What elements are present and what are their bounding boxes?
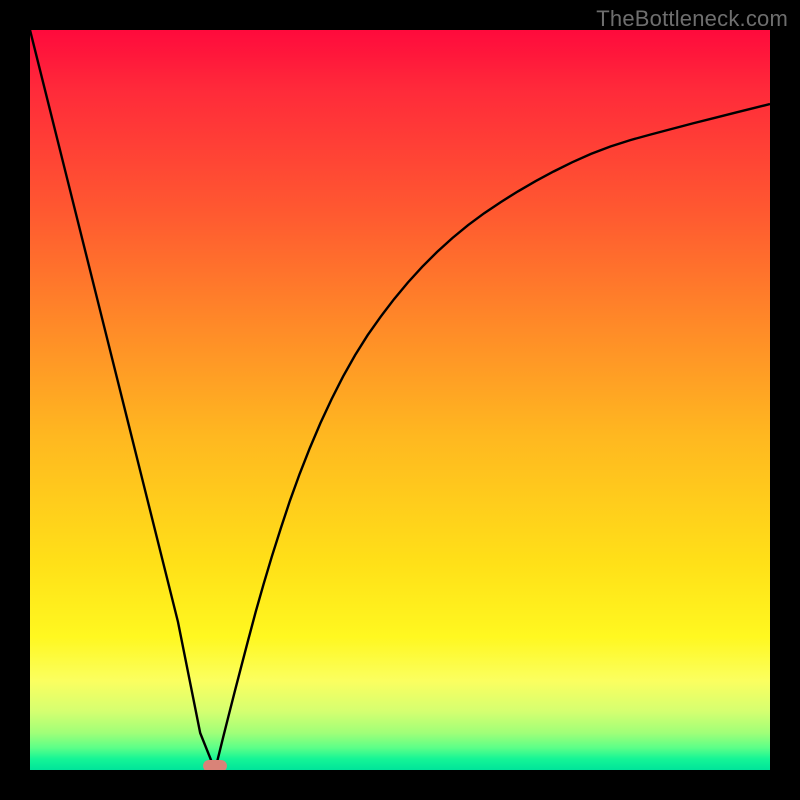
chart-frame: TheBottleneck.com: [0, 0, 800, 800]
plot-area: [30, 30, 770, 770]
bottleneck-curve: [30, 30, 770, 770]
curve-left-branch: [30, 30, 215, 770]
watermark-text: TheBottleneck.com: [596, 6, 788, 32]
curve-right-branch: [215, 104, 770, 770]
optimal-point-marker: [203, 760, 227, 770]
